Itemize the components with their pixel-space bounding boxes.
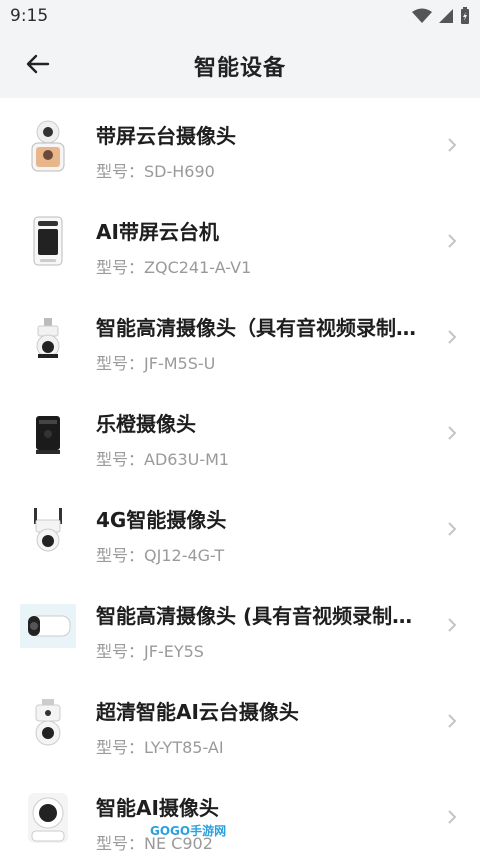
model-prefix: 型号： xyxy=(96,642,145,661)
device-model: 型号：AD63U-M1 xyxy=(96,446,229,470)
device-name: 智能高清摄像头 (具有音视频录制功能) xyxy=(96,604,426,628)
model-value: LY-YT85-AI xyxy=(144,738,224,757)
device-name: 4G智能摄像头 xyxy=(96,508,227,532)
chevron-right-icon xyxy=(448,138,457,152)
model-prefix: 型号： xyxy=(96,258,145,277)
watermark: GOGO手游网 xyxy=(150,824,227,838)
model-prefix: 型号： xyxy=(96,162,145,181)
status-bar: 9:15 xyxy=(0,0,480,34)
screen-ptz-camera-icon xyxy=(22,118,74,174)
chevron-right-icon xyxy=(448,426,457,440)
wifi-icon xyxy=(412,8,432,23)
chevron-right-icon xyxy=(448,618,457,632)
status-icons xyxy=(412,7,470,25)
chevron-right-icon xyxy=(448,330,457,344)
ai-camera-icon xyxy=(22,790,74,846)
device-name: 智能AI摄像头 xyxy=(96,796,219,820)
model-prefix: 型号： xyxy=(96,450,145,469)
lechange-camera-icon xyxy=(22,406,74,462)
status-time: 9:15 xyxy=(10,6,49,26)
device-name: 带屏云台摄像头 xyxy=(96,124,236,148)
device-row[interactable]: 超清智能AI云台摄像头 型号：LY-YT85-AI xyxy=(0,674,480,770)
model-value: JF-EY5S xyxy=(144,642,204,661)
model-value: JF-M5S-U xyxy=(144,354,216,373)
device-row[interactable]: 智能高清摄像头（具有音视频录制功能） 型号：JF-M5S-U xyxy=(0,290,480,386)
device-name: 智能高清摄像头（具有音视频录制功能） xyxy=(96,316,426,340)
model-prefix: 型号： xyxy=(96,738,145,757)
model-value: SD-H690 xyxy=(144,162,215,181)
device-row[interactable]: 带屏云台摄像头 型号：SD-H690 xyxy=(0,98,480,194)
model-value: QJ12-4G-T xyxy=(144,546,225,565)
signal-icon xyxy=(439,9,453,23)
model-prefix: 型号： xyxy=(96,834,145,853)
device-model: 型号：ZQC241-A-V1 xyxy=(96,254,251,278)
chevron-right-icon xyxy=(448,234,457,248)
battery-icon xyxy=(461,7,469,24)
app-header: 智能设备 xyxy=(0,34,480,98)
model-value: ZQC241-A-V1 xyxy=(144,258,252,277)
ai-screen-ptz-icon xyxy=(22,214,74,270)
model-prefix: 型号： xyxy=(96,546,145,565)
device-name: 乐橙摄像头 xyxy=(96,412,196,436)
dome-camera-icon xyxy=(22,310,74,366)
device-list: 带屏云台摄像头 型号：SD-H690 AI带屏云台机 型号：ZQC241-A-V… xyxy=(0,98,480,866)
model-prefix: 型号： xyxy=(96,354,145,373)
device-row[interactable]: 智能高清摄像头 (具有音视频录制功能) 型号：JF-EY5S xyxy=(0,578,480,674)
chevron-right-icon xyxy=(448,522,457,536)
device-name: AI带屏云台机 xyxy=(96,220,219,244)
chevron-right-icon xyxy=(448,810,457,824)
device-name: 超清智能AI云台摄像头 xyxy=(96,700,299,724)
device-row[interactable]: AI带屏云台机 型号：ZQC241-A-V1 xyxy=(0,194,480,290)
device-row[interactable]: 智能AI摄像头 型号：NE C902 xyxy=(0,770,480,866)
page-title: 智能设备 xyxy=(193,56,286,81)
device-row[interactable]: 乐橙摄像头 型号：AD63U-M1 xyxy=(0,386,480,482)
model-value: AD63U-M1 xyxy=(144,450,230,469)
bullet-camera-icon xyxy=(20,598,76,654)
4g-camera-icon xyxy=(22,502,74,558)
device-model: 型号：LY-YT85-AI xyxy=(96,734,224,758)
ai-ptz-camera-icon xyxy=(22,694,74,750)
device-model: 型号：QJ12-4G-T xyxy=(96,542,224,566)
device-model: 型号：JF-M5S-U xyxy=(96,350,215,374)
device-row[interactable]: 4G智能摄像头 型号：QJ12-4G-T xyxy=(0,482,480,578)
chevron-right-icon xyxy=(448,714,457,728)
device-model: 型号：SD-H690 xyxy=(96,158,215,182)
device-model: 型号：JF-EY5S xyxy=(96,638,204,662)
